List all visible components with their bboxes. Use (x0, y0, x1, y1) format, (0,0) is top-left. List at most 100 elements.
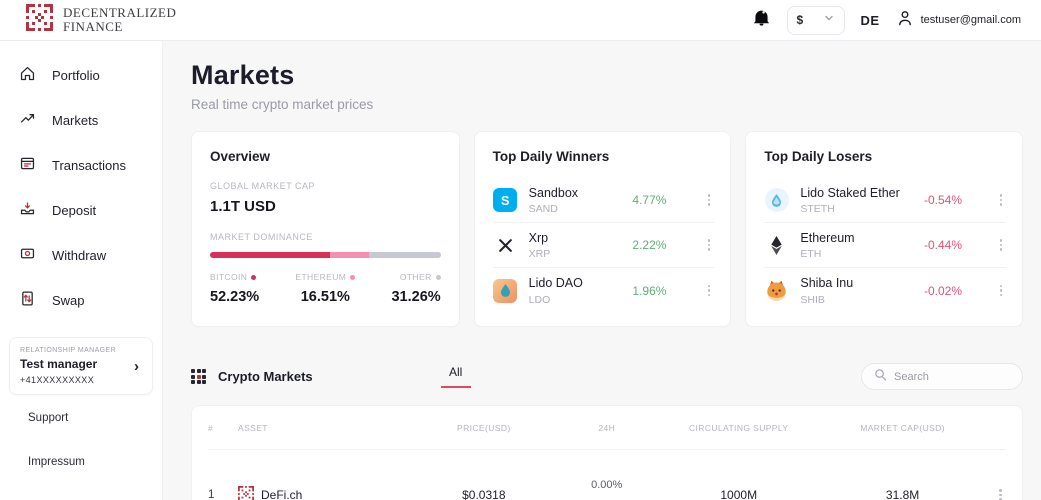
table-header-row: # ASSET PRICE(USD) 24H CIRCULATING SUPPL… (208, 406, 1006, 450)
defi-ch-icon (238, 485, 254, 500)
sidebar-item-label: Deposit (52, 202, 97, 218)
other-segment (368, 252, 441, 258)
losers-title: Top Daily Losers (764, 149, 873, 164)
swap-icon (19, 290, 36, 310)
trending-up-icon (19, 110, 36, 130)
table-row[interactable]: 1 DeFi.ch $0.0318 0.00% 1000M 31.8M (208, 450, 1006, 500)
xrp-icon (493, 233, 518, 258)
currency-value: $ (796, 13, 804, 27)
overview-card: Overview GLOBAL MARKET CAP 1.1T USD MARK… (191, 131, 460, 327)
user-email: testuser@gmail.com (920, 14, 1021, 26)
language-switcher[interactable]: DE (861, 13, 880, 28)
kebab-menu-icon[interactable] (996, 281, 1007, 301)
kebab-menu-icon[interactable] (704, 281, 715, 301)
other-dominance-label: OTHER (400, 272, 441, 282)
row-price: $0.0318 (462, 488, 506, 500)
kebab-menu-icon[interactable] (996, 235, 1007, 255)
crypto-markets-title: Crypto Markets (218, 369, 313, 384)
row-rank: 1 (208, 489, 215, 500)
bitcoin-segment (210, 252, 331, 258)
loser-row-shiba[interactable]: Shiba Inu SHIB -0.02% (764, 268, 1006, 313)
relationship-manager-card[interactable]: RELATIONSHIP MANAGER Test manager +41XXX… (9, 337, 153, 395)
notifications-bell-icon[interactable] (752, 8, 771, 32)
page-title: Markets (191, 60, 295, 90)
global-market-cap-value: 1.1T USD (210, 198, 276, 215)
sidebar-item-label: Swap (52, 292, 85, 308)
kebab-menu-icon[interactable] (704, 190, 715, 210)
market-dominance-bar (210, 252, 441, 258)
topbar: DECENTRALIZED FINANCE $ DE testuser@gmai… (0, 0, 1041, 41)
deposit-icon (19, 200, 36, 220)
currency-dropdown[interactable]: $ (786, 5, 845, 35)
winners-title: Top Daily Winners (492, 149, 610, 164)
winner-row-lido-dao[interactable]: Lido DAO LDO 1.96% (493, 268, 715, 313)
change-value: -0.44% (924, 238, 963, 252)
kebab-menu-icon[interactable] (996, 190, 1007, 210)
manager-phone: +41XXXXXXXXX (20, 375, 95, 385)
winner-row-xrp[interactable]: Xrp XRP 2.22% (492, 223, 715, 268)
sidebar-item-label: Portfolio (52, 67, 100, 83)
col-asset: ASSET (238, 422, 268, 433)
impressum-link[interactable]: Impressum (0, 446, 162, 478)
kebab-menu-icon[interactable] (995, 485, 1006, 500)
bitcoin-dominance-value: 52.23% (210, 289, 260, 305)
sidebar-item-transactions[interactable]: Transactions (0, 145, 162, 185)
manager-name: Test manager (20, 357, 98, 371)
market-dominance-label: MARKET DOMINANCE (210, 232, 313, 242)
grid-icon (191, 369, 206, 384)
search-input[interactable] (894, 370, 1010, 383)
change-value: 4.77% (632, 193, 667, 207)
user-icon (896, 9, 914, 32)
page-subtitle: Real time crypto market prices (191, 97, 374, 112)
row-market-cap: 31.8M (885, 488, 920, 500)
account-menu[interactable]: testuser@gmail.com (896, 9, 1021, 32)
col-rank: # (208, 422, 214, 433)
crypto-markets-table: # ASSET PRICE(USD) 24H CIRCULATING SUPPL… (191, 405, 1023, 500)
bitcoin-dominance-label: BITCOIN (210, 272, 259, 282)
app-logo[interactable]: DECENTRALIZED FINANCE (26, 4, 176, 36)
sidebar-item-deposit[interactable]: Deposit (0, 190, 162, 230)
change-value: 1.96% (632, 283, 667, 298)
change-value: 2.22% (632, 238, 667, 252)
col-market-cap: MARKET CAP(USD) (860, 422, 945, 433)
sidebar-item-label: Markets (52, 112, 99, 128)
support-link[interactable]: Support (0, 402, 162, 434)
search-box[interactable] (861, 363, 1023, 390)
ethereum-dominance-label: ETHEREUM (295, 272, 356, 282)
sidebar: Portfolio Markets Transactions Deposit W… (0, 41, 163, 500)
sidebar-item-label: Withdraw (52, 247, 107, 263)
row-supply: 1000M (720, 488, 758, 500)
lido-dao-icon (493, 278, 518, 303)
loser-row-steth[interactable]: Lido Staked Ether STETH -0.54% (764, 178, 1006, 223)
brand-name: DECENTRALIZED FINANCE (63, 5, 177, 34)
sandbox-icon: S (493, 188, 518, 212)
home-icon (19, 65, 36, 85)
col-change: 24H (598, 422, 616, 433)
sidebar-item-portfolio[interactable]: Portfolio (0, 55, 162, 95)
logo-pixel-icon (26, 4, 53, 36)
top-daily-winners-card: Top Daily Winners S Sandbox SAND 4.77% Xr… (473, 131, 732, 327)
manager-label: RELATIONSHIP MANAGER (20, 347, 117, 354)
withdraw-icon (19, 245, 36, 265)
shiba-inu-icon (764, 278, 789, 303)
row-24h-change: 0.00% $0 (591, 479, 623, 500)
sidebar-item-swap[interactable]: Swap (0, 280, 162, 320)
kebab-menu-icon[interactable] (704, 235, 715, 255)
change-value: -0.54% (924, 193, 963, 207)
other-dominance-value: 31.26% (391, 289, 441, 305)
loser-row-ethereum[interactable]: Ethereum ETH -0.44% (764, 223, 1006, 268)
sidebar-item-withdraw[interactable]: Withdraw (0, 235, 162, 275)
transactions-list-icon (19, 155, 36, 175)
top-daily-losers-card: Top Daily Losers Lido Staked Ether STETH … (745, 131, 1023, 327)
bitcoin-dot (251, 274, 257, 280)
crypto-markets-header: Crypto Markets All (191, 363, 1023, 390)
col-price: PRICE(USD) (457, 422, 511, 433)
tab-all[interactable]: All (440, 365, 471, 388)
sidebar-item-markets[interactable]: Markets (0, 100, 162, 140)
ethereum-segment (330, 252, 369, 258)
other-dot (435, 274, 441, 280)
overview-title: Overview (210, 149, 271, 164)
col-supply: CIRCULATING SUPPLY (688, 422, 789, 433)
winner-row-sandbox[interactable]: S Sandbox SAND 4.77% (492, 178, 715, 223)
ethereum-dot (350, 274, 356, 280)
